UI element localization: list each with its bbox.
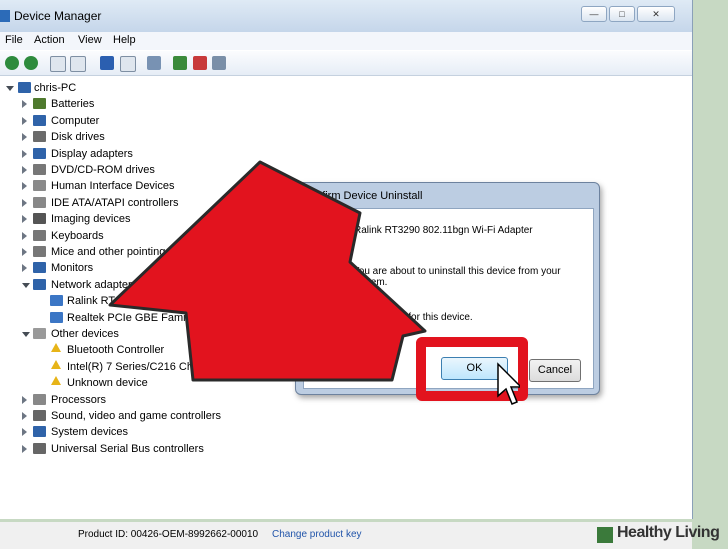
- red-arrow-shape: [108, 160, 427, 382]
- annotation-arrow: [108, 160, 427, 382]
- healthy-living-logo-icon: [597, 527, 613, 543]
- mouse-cursor-icon: [497, 362, 520, 405]
- watermark: Healthy Living: [617, 524, 720, 541]
